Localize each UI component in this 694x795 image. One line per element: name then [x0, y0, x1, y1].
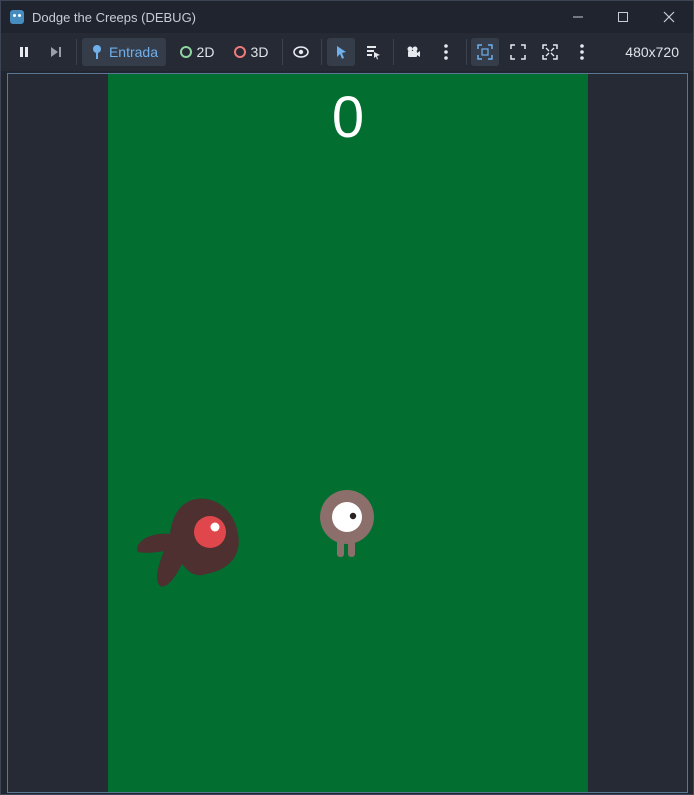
list-select-icon: [367, 46, 380, 60]
camera-options-button[interactable]: [432, 38, 460, 66]
close-icon: [663, 11, 675, 23]
expand-icon: [542, 44, 558, 60]
select-mode-button[interactable]: [327, 38, 355, 66]
maximize-button[interactable]: [600, 1, 646, 33]
stretch-button[interactable]: [504, 38, 532, 66]
minimize-button[interactable]: [555, 1, 601, 33]
window-title: Dodge the Creeps (DEBUG): [32, 10, 197, 25]
mode-2d-label: 2D: [196, 44, 215, 60]
mode-3d-ring-icon: [233, 46, 246, 58]
kebab-menu-icon: [580, 44, 584, 60]
mob-body: [137, 498, 239, 587]
toolbar-separator: [393, 39, 394, 65]
embed-fit-icon: [477, 44, 493, 60]
cursor-arrow-icon: [337, 46, 346, 59]
title-bar[interactable]: Dodge the Creeps (DEBUG): [1, 1, 693, 33]
pause-button[interactable]: [10, 38, 38, 66]
camera-override-button[interactable]: [399, 38, 427, 66]
game-window: Dodge the Creeps (DEBUG) Entrada 2D 3D 4…: [0, 0, 694, 795]
toolbar-separator: [282, 39, 283, 65]
next-frame-button[interactable]: [42, 38, 70, 66]
kebab-menu-icon: [444, 44, 448, 60]
resolution-label: 480x720: [625, 44, 679, 60]
input-toggle-button[interactable]: Entrada: [82, 38, 166, 66]
score-label: 0: [331, 85, 365, 150]
player-pupil: [349, 512, 357, 520]
toolbar-separator: [76, 39, 77, 65]
debug-toolbar: Entrada 2D 3D 480x720: [1, 33, 693, 71]
fullscreen-icon: [510, 44, 526, 60]
next-frame-icon: [51, 47, 61, 57]
eye-icon: [293, 46, 309, 58]
mode-3d-button[interactable]: 3D: [226, 38, 276, 66]
close-button[interactable]: [646, 1, 692, 33]
mode-3d-label: 3D: [250, 44, 269, 60]
input-toggle-label: Entrada: [108, 44, 159, 60]
toolbar-separator: [321, 39, 322, 65]
visibility-button[interactable]: [287, 38, 315, 66]
expand-button[interactable]: [536, 38, 564, 66]
player-eye: [332, 502, 362, 532]
list-select-button[interactable]: [359, 38, 387, 66]
player-character: [320, 490, 374, 557]
joystick-icon: [92, 45, 101, 59]
game-canvas[interactable]: 0: [108, 74, 588, 792]
maximize-icon: [618, 12, 628, 22]
mode-2d-button[interactable]: 2D: [172, 38, 222, 66]
mob-eye-highlight: [210, 522, 220, 532]
mode-2d-ring-icon: [179, 46, 192, 58]
camera-icon: [407, 46, 420, 57]
game-viewport[interactable]: 0: [7, 73, 688, 793]
embed-options-button[interactable]: [568, 38, 596, 66]
minimize-icon: [573, 16, 583, 18]
godot-app-icon: [10, 10, 24, 24]
mob-creep: [137, 498, 239, 587]
mob-eye: [194, 516, 226, 548]
toolbar-separator: [466, 39, 467, 65]
keep-aspect-button[interactable]: [471, 38, 499, 66]
pause-icon: [20, 47, 28, 57]
